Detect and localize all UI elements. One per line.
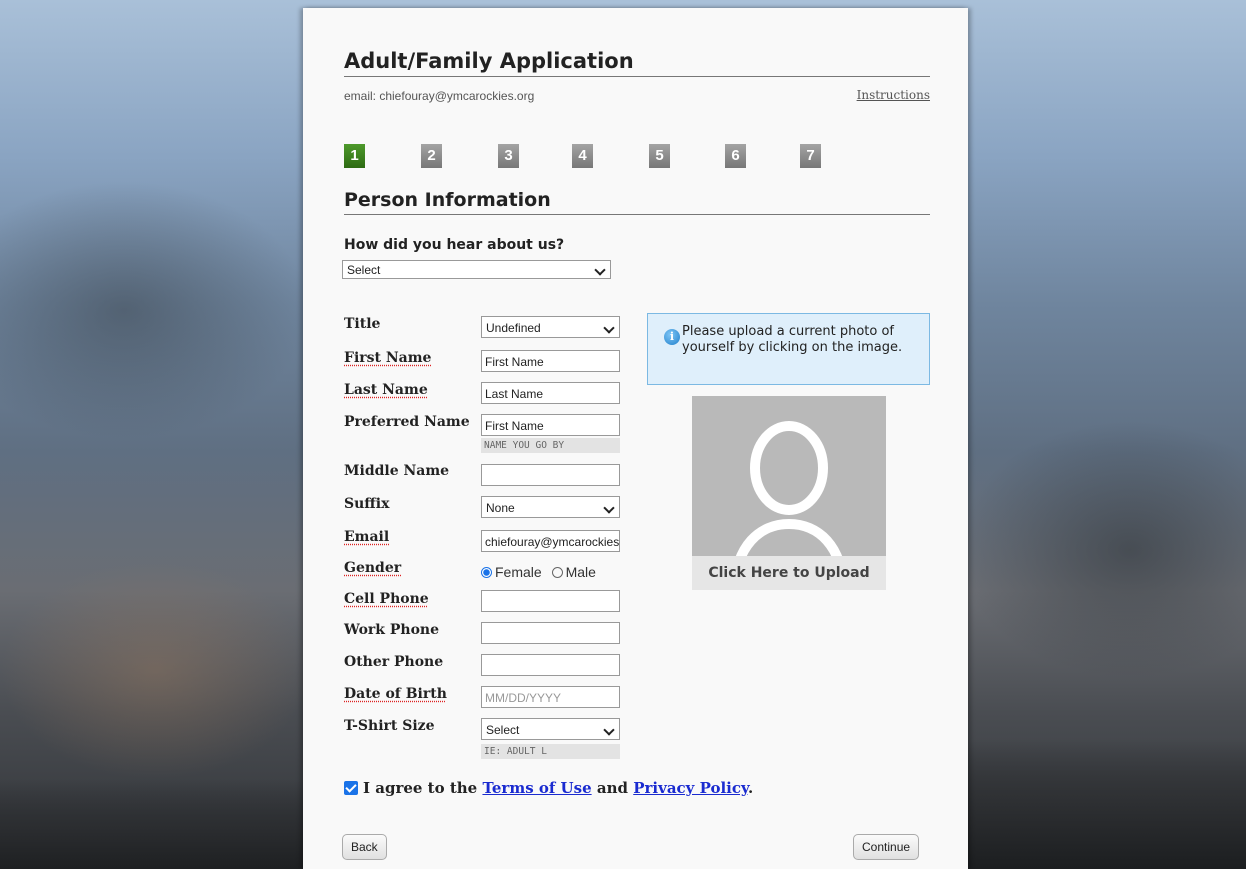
suffix-select[interactable]: None — [481, 496, 620, 518]
page-title: Adult/Family Application — [344, 49, 930, 77]
hear-about-us-label: How did you hear about us? — [344, 237, 565, 253]
cell-phone-label: Cell Phone — [344, 591, 429, 607]
photo-upload-area[interactable]: Click Here to Upload — [692, 396, 886, 590]
step-4[interactable]: 4 — [572, 144, 593, 168]
tshirt-size-hint: IE: ADULT L — [481, 744, 620, 759]
email-label: Email — [344, 529, 390, 545]
date-of-birth-input[interactable]: MM/DD/YYYY — [481, 686, 620, 708]
date-of-birth-label: Date of Birth — [344, 686, 447, 702]
middle-name-input[interactable] — [481, 464, 620, 486]
continue-button[interactable]: Continue — [853, 834, 920, 860]
photo-info-text: Please upload a current photo of yoursel… — [682, 324, 903, 355]
title-label: Title — [344, 316, 381, 332]
hear-about-us-value: Select — [347, 263, 381, 277]
privacy-policy-link[interactable]: Privacy Policy — [633, 779, 748, 797]
chevron-down-icon — [603, 724, 615, 736]
first-name-input[interactable]: First Name — [481, 350, 620, 372]
agree-checkbox[interactable] — [344, 781, 358, 795]
gender-female-label[interactable]: Female — [495, 564, 542, 580]
step-3[interactable]: 3 — [498, 144, 519, 168]
other-phone-input[interactable] — [481, 654, 620, 676]
preferred-name-input[interactable]: First Name — [481, 414, 620, 436]
step-5[interactable]: 5 — [649, 144, 670, 168]
chevron-down-icon — [603, 502, 615, 514]
chevron-down-icon — [594, 264, 606, 276]
background-cloud — [0, 180, 310, 440]
agree-prefix: I agree to the — [363, 779, 478, 797]
step-6[interactable]: 6 — [725, 144, 746, 168]
gender-female-radio[interactable] — [481, 567, 492, 578]
terms-agreement: I agree to the Terms of Use and Privacy … — [344, 779, 753, 797]
tshirt-size-value: Select — [486, 723, 520, 737]
agree-and: and — [596, 779, 628, 797]
work-phone-label: Work Phone — [344, 622, 439, 638]
preferred-name-hint: NAME YOU GO BY — [481, 438, 620, 453]
chevron-down-icon — [603, 322, 615, 334]
title-value: Undefined — [486, 321, 541, 335]
background-hills — [0, 779, 310, 869]
hear-about-us-select[interactable]: Select — [342, 260, 611, 279]
info-icon: i — [664, 329, 680, 345]
step-2[interactable]: 2 — [421, 144, 442, 168]
suffix-value: None — [486, 501, 515, 515]
suffix-label: Suffix — [344, 496, 390, 512]
tshirt-size-label: T-Shirt Size — [344, 718, 435, 734]
last-name-input[interactable]: Last Name — [481, 382, 620, 404]
preferred-name-label: Preferred Name — [344, 414, 470, 430]
step-7[interactable]: 7 — [800, 144, 821, 168]
upload-label: Click Here to Upload — [692, 556, 886, 590]
cell-phone-input[interactable] — [481, 590, 620, 612]
tshirt-size-select[interactable]: Select — [481, 718, 620, 740]
photo-info-box: i Please upload a current photo of yours… — [647, 313, 930, 385]
account-email: email: chiefouray@ymcarockies.org — [344, 89, 535, 103]
title-select[interactable]: Undefined — [481, 316, 620, 338]
email-input[interactable]: chiefouray@ymcarockies.org — [481, 530, 620, 552]
section-title: Person Information — [344, 189, 930, 215]
gender-label: Gender — [344, 560, 402, 576]
agree-suffix: . — [748, 779, 754, 797]
instructions-link[interactable]: Instructions — [857, 88, 930, 102]
work-phone-input[interactable] — [481, 622, 620, 644]
last-name-label: Last Name — [344, 382, 428, 398]
background-cloud — [956, 420, 1246, 680]
step-1[interactable]: 1 — [344, 144, 365, 168]
application-panel: Adult/Family Application email: chiefour… — [303, 8, 968, 869]
gender-options: Female Male — [481, 564, 596, 580]
other-phone-label: Other Phone — [344, 654, 444, 670]
background-sunset-glow — [0, 560, 310, 780]
first-name-label: First Name — [344, 350, 432, 366]
middle-name-label: Middle Name — [344, 463, 450, 479]
terms-of-use-link[interactable]: Terms of Use — [482, 779, 591, 797]
gender-male-radio[interactable] — [551, 567, 563, 578]
background-hills — [956, 739, 1246, 869]
back-button[interactable]: Back — [342, 834, 387, 860]
gender-male-label[interactable]: Male — [566, 564, 596, 580]
